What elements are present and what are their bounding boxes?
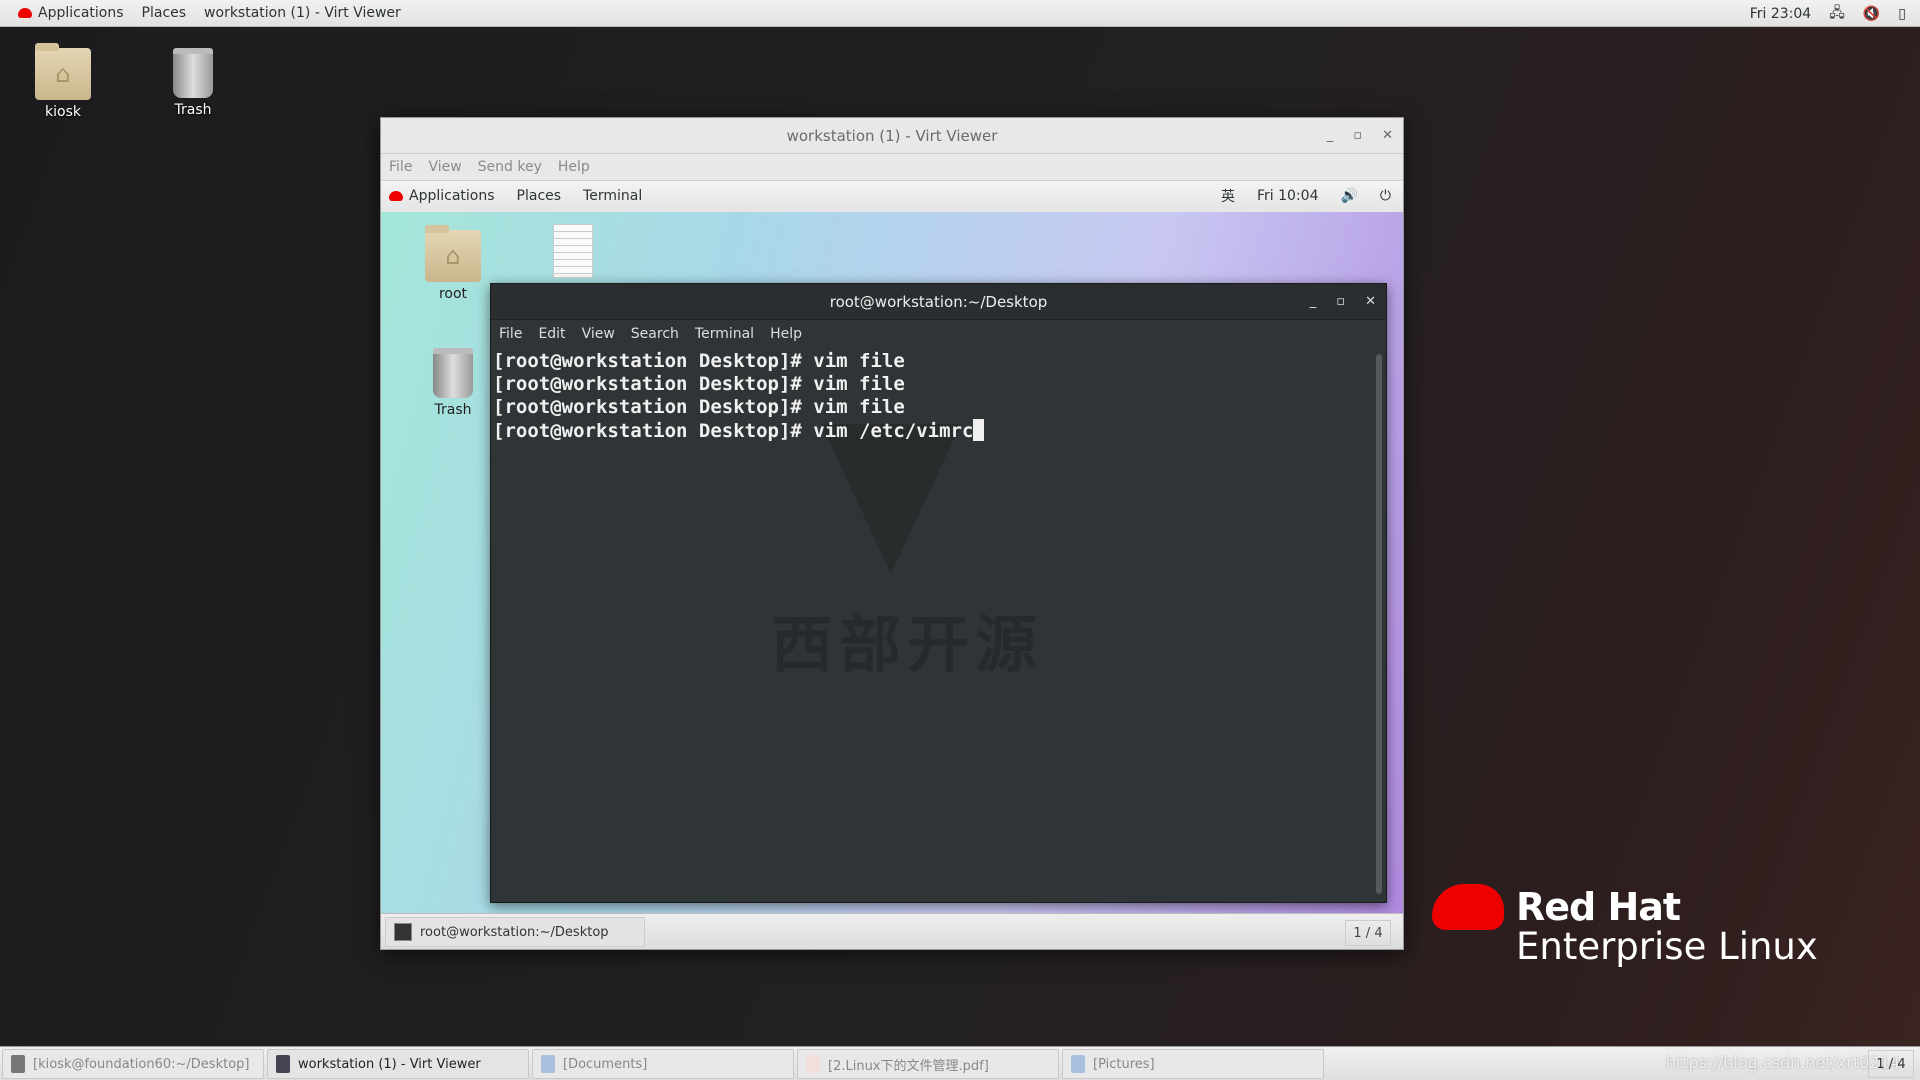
menu-help[interactable]: Help <box>558 159 590 175</box>
terminal-titlebar[interactable]: root@workstation:~/Desktop _ ▫ ✕ <box>491 284 1386 320</box>
brand-line1: Red Hat <box>1516 885 1681 929</box>
trash-icon <box>173 48 213 98</box>
window-title: workstation (1) - Virt Viewer <box>786 126 998 145</box>
terminal-output[interactable]: [root@workstation Desktop]# vim file [ro… <box>493 350 1374 900</box>
workspace-pager[interactable]: 1 / 4 <box>1868 1050 1914 1078</box>
redhat-icon <box>389 191 403 201</box>
terminal-line: [root@workstation Desktop]# vim file <box>493 396 905 418</box>
close-icon[interactable]: ✕ <box>1365 294 1376 309</box>
taskbar-item-documents[interactable]: [Documents] <box>532 1049 794 1079</box>
guest-places-menu[interactable]: Places <box>517 188 562 204</box>
menu-help[interactable]: Help <box>770 326 802 342</box>
input-method-indicator[interactable]: 英 <box>1221 186 1235 206</box>
active-window-menu[interactable]: workstation (1) - Virt Viewer <box>204 5 401 21</box>
icon-label: kiosk <box>45 104 81 120</box>
bottom-taskbar: [kiosk@foundation60:~/Desktop] workstati… <box>0 1046 1920 1080</box>
top-panel: Applications Places workstation (1) - Vi… <box>0 0 1920 27</box>
label: [Documents] <box>563 1056 648 1072</box>
guest-icon-trash[interactable]: Trash <box>413 348 493 418</box>
taskbar-item-pdf[interactable]: [2.Linux下的文件管理.pdf] <box>797 1049 1059 1079</box>
applications-label: Applications <box>38 5 124 21</box>
cursor <box>973 419 985 441</box>
menubar: File View Send key Help <box>381 154 1403 181</box>
file-manager-icon <box>1071 1055 1085 1073</box>
icon-label: Trash <box>434 402 472 418</box>
guest-applications-menu[interactable]: Applications <box>389 188 495 204</box>
label: [Pictures] <box>1093 1056 1155 1072</box>
label: [kiosk@foundation60:~/Desktop] <box>33 1056 250 1072</box>
menu-file[interactable]: File <box>499 326 522 342</box>
terminal-icon <box>11 1055 25 1073</box>
document-icon[interactable] <box>553 224 593 278</box>
guest-terminal-menu[interactable]: Terminal <box>583 188 642 204</box>
taskbar-item-pictures[interactable]: [Pictures] <box>1062 1049 1324 1079</box>
menu-search[interactable]: Search <box>631 326 679 342</box>
terminal-window: root@workstation:~/Desktop _ ▫ ✕ File Edit… <box>490 283 1387 903</box>
maximize-icon[interactable]: ▫ <box>1353 128 1362 143</box>
battery-icon[interactable]: ▯ <box>1898 6 1906 22</box>
guest-top-panel: Applications Places Terminal 英 Fri 10:04… <box>381 181 1403 211</box>
minimize-icon[interactable]: _ <box>1327 128 1334 143</box>
maximize-icon[interactable]: ▫ <box>1336 294 1345 309</box>
guest-workspace-pager[interactable]: 1 / 4 <box>1345 920 1391 946</box>
terminal-menubar: File Edit View Search Terminal Help <box>491 320 1386 347</box>
places-menu[interactable]: Places <box>142 5 187 21</box>
label: root@workstation:~/Desktop <box>420 924 609 940</box>
guest-desktop: root Trash root@workstation:~/Desktop _ ▫… <box>381 212 1403 916</box>
minimize-icon[interactable]: _ <box>1310 294 1317 309</box>
menu-view[interactable]: View <box>582 326 615 342</box>
desktop-icon-kiosk[interactable]: kiosk <box>30 43 96 120</box>
icon-label: root <box>438 286 468 302</box>
clock[interactable]: Fri 23:04 <box>1750 6 1811 22</box>
menu-edit[interactable]: Edit <box>538 326 565 342</box>
volume-icon[interactable]: 🔊 <box>1340 188 1357 204</box>
applications-menu[interactable]: Applications <box>18 5 124 21</box>
window-titlebar[interactable]: workstation (1) - Virt Viewer _ ▫ ✕ <box>381 118 1403 154</box>
menu-file[interactable]: File <box>389 159 412 175</box>
desktop-icon-trash[interactable]: Trash <box>160 48 226 118</box>
trash-icon <box>433 348 473 398</box>
taskbar-item-terminal[interactable]: [kiosk@foundation60:~/Desktop] <box>2 1049 264 1079</box>
redhat-icon <box>18 8 32 18</box>
taskbar-item-virt-viewer[interactable]: workstation (1) - Virt Viewer <box>267 1049 529 1079</box>
scrollbar[interactable] <box>1376 354 1382 894</box>
menu-view[interactable]: View <box>428 159 461 175</box>
guest-taskbar: root@workstation:~/Desktop 1 / 4 <box>381 913 1403 949</box>
icon-label: Trash <box>174 102 212 118</box>
guest-clock[interactable]: Fri 10:04 <box>1257 188 1318 204</box>
label: Applications <box>409 188 495 204</box>
label: [2.Linux下的文件管理.pdf] <box>828 1058 989 1074</box>
power-icon[interactable]: ⏻ <box>1380 188 1391 204</box>
guest-icon-root[interactable]: root <box>413 225 493 302</box>
pdf-icon <box>806 1055 820 1073</box>
terminal-line: [root@workstation Desktop]# vim file <box>493 350 905 372</box>
file-manager-icon <box>541 1055 555 1073</box>
home-folder-icon <box>35 43 91 100</box>
terminal-icon <box>394 923 412 941</box>
guest-taskbar-item-terminal[interactable]: root@workstation:~/Desktop <box>385 917 645 947</box>
terminal-title: root@workstation:~/Desktop <box>829 292 1048 311</box>
monitor-icon <box>276 1055 290 1073</box>
network-icon[interactable]: 🖧 <box>1829 2 1845 26</box>
terminal-line: [root@workstation Desktop]# vim /etc/vim… <box>493 420 974 442</box>
menu-send-key[interactable]: Send key <box>478 159 542 175</box>
home-folder-icon <box>425 225 481 282</box>
redhat-hat-icon <box>1432 884 1504 930</box>
close-icon[interactable]: ✕ <box>1382 128 1393 143</box>
virt-viewer-window: workstation (1) - Virt Viewer _ ▫ ✕ File V… <box>380 117 1404 950</box>
terminal-line: [root@workstation Desktop]# vim file <box>493 373 905 395</box>
label: workstation (1) - Virt Viewer <box>298 1056 481 1072</box>
menu-terminal[interactable]: Terminal <box>695 326 754 342</box>
brand-line2: Enterprise Linux <box>1516 925 1818 968</box>
watermark-url: https://blog.csdn.net/xrt0214 <box>1665 1053 1900 1072</box>
volume-muted-icon[interactable]: 🔇 <box>1863 6 1880 22</box>
